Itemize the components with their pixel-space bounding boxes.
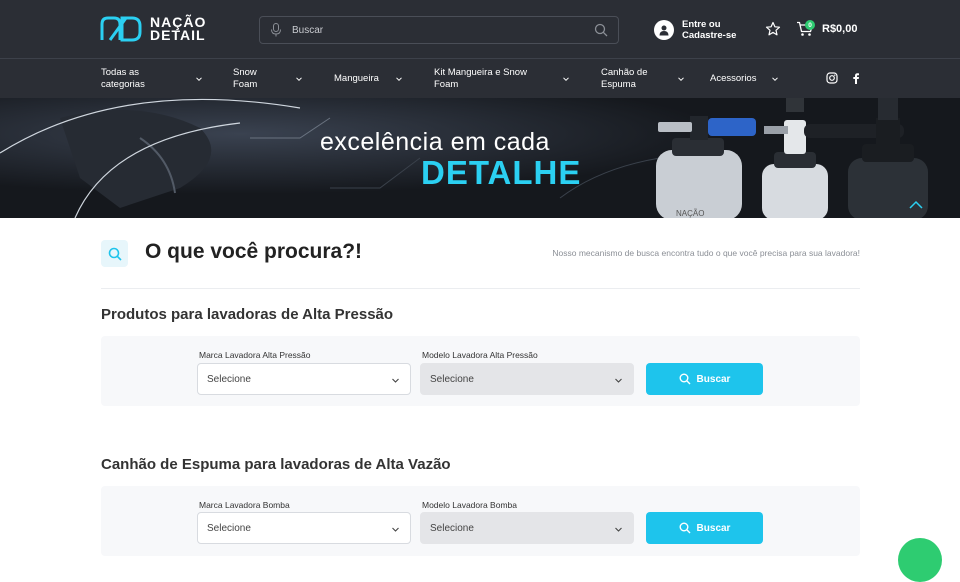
hero-banner[interactable]: NAÇÃO excelência em cada DETALHE	[0, 98, 960, 218]
search-icon	[679, 522, 691, 534]
nav-item-canhao-espuma[interactable]: Canhão de Espuma	[601, 59, 687, 99]
chevron-down-icon	[296, 77, 302, 82]
search-button[interactable]: Buscar	[646, 512, 763, 544]
logo[interactable]: NAÇÃO DETAIL	[100, 15, 206, 43]
model-select[interactable]: Selecione	[420, 512, 634, 544]
brand-select-value: Selecione	[207, 522, 251, 534]
whatsapp-chat-button[interactable]	[898, 538, 942, 582]
section-title-alta-pressao: Produtos para lavadoras de Alta Pressão	[101, 306, 394, 323]
chevron-down-icon	[396, 77, 402, 82]
search-icon	[679, 373, 691, 385]
chevron-down-icon	[392, 527, 399, 532]
mic-icon[interactable]	[270, 23, 282, 37]
nav-item-acessorios[interactable]: Acessorios	[710, 59, 782, 99]
brand-label: Marca Lavadora Bomba	[199, 500, 290, 510]
instagram-icon[interactable]	[826, 72, 838, 84]
model-select-value: Selecione	[430, 373, 474, 385]
nav-item-label: Snow Foam	[233, 67, 258, 90]
account-line1: Entre ou	[682, 19, 721, 30]
logo-text: NAÇÃO DETAIL	[150, 15, 206, 43]
search-bar	[259, 16, 619, 44]
search-button-label: Buscar	[696, 522, 731, 534]
logo-icon	[100, 16, 142, 42]
chevron-down-icon	[772, 77, 778, 82]
chevron-down-icon	[563, 77, 569, 82]
cart-total[interactable]: R$0,00	[822, 23, 857, 35]
banner-highlight: DETALHE	[421, 154, 582, 191]
chevron-down-icon	[196, 77, 202, 82]
nav-item-label: Kit Mangueira e Snow Foam	[434, 67, 527, 90]
banner-headline: excelência em cada	[320, 128, 550, 156]
facebook-icon[interactable]	[850, 72, 862, 84]
brand-select[interactable]: Selecione	[197, 363, 411, 395]
page-title: O que você procura?!	[145, 240, 363, 263]
brand-label: Marca Lavadora Alta Pressão	[199, 350, 311, 360]
model-select[interactable]: Selecione	[420, 363, 634, 395]
search-input[interactable]	[292, 17, 594, 43]
account-line2: Cadastre-se	[682, 30, 737, 41]
search-icon[interactable]	[594, 23, 608, 37]
top-bar: NAÇÃO DETAIL Entre ou Cadastre-se	[0, 0, 960, 58]
bottle-brand-text: NAÇÃO	[676, 209, 704, 218]
nav-item-kit-mangueira-snow-foam[interactable]: Kit Mangueira e Snow Foam	[434, 59, 572, 99]
brand-select[interactable]: Selecione	[197, 512, 411, 544]
nav-item-label: Acessorios	[710, 73, 757, 84]
user-icon	[654, 20, 674, 40]
chevron-down-icon	[615, 527, 622, 532]
account-link[interactable]: Entre ou Cadastre-se	[654, 19, 742, 41]
search-button-label: Buscar	[696, 373, 731, 385]
nav-item-mangueira[interactable]: Mangueira	[334, 59, 406, 99]
nav-item-label: Canhão de Espuma	[601, 67, 648, 90]
chevron-down-icon	[615, 378, 622, 383]
page-subtitle: Nosso mecanismo de busca encontra tudo o…	[552, 248, 860, 258]
chevron-down-icon	[678, 77, 684, 82]
nav-item-snow-foam[interactable]: Snow Foam	[233, 59, 303, 99]
search-icon	[101, 240, 128, 267]
model-label: Modelo Lavadora Bomba	[422, 500, 517, 510]
nav-item-label: Todas as categorias	[101, 67, 145, 90]
search-button[interactable]: Buscar	[646, 363, 763, 395]
star-icon[interactable]	[765, 21, 781, 37]
brand-select-value: Selecione	[207, 373, 251, 385]
cart-count-badge: 0	[805, 20, 815, 30]
snow-foam-products-image: NAÇÃO	[656, 98, 928, 218]
nav-item-todas-categorias[interactable]: Todas as categorias	[101, 59, 202, 99]
divider	[101, 288, 860, 289]
section-title-alta-vazao: Canhão de Espuma para lavadoras de Alta …	[101, 456, 451, 473]
logo-line2: DETAIL	[150, 27, 206, 43]
category-nav: Todas as categorias Snow Foam Mangueira …	[0, 58, 960, 98]
model-select-value: Selecione	[430, 522, 474, 534]
model-label: Modelo Lavadora Alta Pressão	[422, 350, 538, 360]
nav-item-label: Mangueira	[334, 73, 379, 84]
chevron-down-icon	[392, 378, 399, 383]
